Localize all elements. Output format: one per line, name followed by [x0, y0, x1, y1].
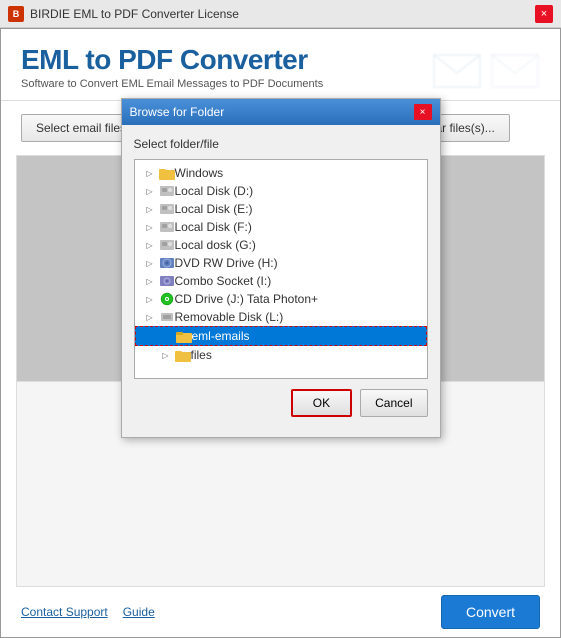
dialog-label: Select folder/file [134, 137, 428, 151]
tree-label-diskG: Local dosk (G:) [175, 238, 256, 252]
cd-icon-J [159, 292, 175, 306]
browse-dialog: Browse for Folder × Select folder/file ▷ [121, 98, 441, 438]
tree-label-emlEmails: eml-emails [192, 329, 250, 343]
guide-link[interactable]: Guide [123, 605, 155, 619]
usb-icon-L [159, 310, 175, 324]
envelope-icon-2 [490, 49, 540, 89]
expand-emlEmails [160, 329, 174, 343]
tree-label-diskF: Local Disk (F:) [175, 220, 252, 234]
tree-label-diskE: Local Disk (E:) [175, 202, 253, 216]
dvd-icon-H [159, 256, 175, 270]
tree-container[interactable]: ▷ Windows ▷ [134, 159, 428, 379]
folder-icon-emlEmails [176, 329, 192, 343]
expand-removableL: ▷ [143, 310, 157, 324]
header-icons [432, 49, 540, 89]
expand-diskG: ▷ [143, 238, 157, 252]
convert-button[interactable]: Convert [441, 595, 540, 629]
ok-button[interactable]: OK [291, 389, 352, 417]
title-bar: B BIRDIE EML to PDF Converter License × [0, 0, 561, 28]
tree-item-diskG[interactable]: ▷ Local dosk (G:) [135, 236, 427, 254]
envelope-icon-1 [432, 49, 482, 89]
title-bar-left: B BIRDIE EML to PDF Converter License [8, 6, 239, 22]
expand-windows: ▷ [143, 166, 157, 180]
tree-item-cdJ[interactable]: ▷ CD Drive (J:) Tata Photon+ [135, 290, 427, 308]
tree-label-cdJ: CD Drive (J:) Tata Photon+ [175, 292, 319, 306]
tree-item-comboI[interactable]: ▷ Combo Socket (I:) [135, 272, 427, 290]
dialog-buttons: OK Cancel [134, 389, 428, 417]
dialog-titlebar: Browse for Folder × [122, 99, 440, 125]
disk-icon-F [159, 220, 175, 234]
dialog-title: Browse for Folder [130, 105, 225, 119]
title-close-button[interactable]: × [535, 5, 553, 23]
tree-item-files[interactable]: ▷ files [135, 346, 427, 364]
expand-comboI: ▷ [143, 274, 157, 288]
main-window: EML to PDF Converter Software to Convert… [0, 28, 561, 638]
combo-icon-I [159, 274, 175, 288]
contact-support-link[interactable]: Contact Support [21, 605, 108, 619]
app-title: EML to PDF Converter [21, 44, 323, 76]
cancel-button[interactable]: Cancel [360, 389, 427, 417]
tree-item-windows[interactable]: ▷ Windows [135, 164, 427, 182]
expand-cdJ: ▷ [143, 292, 157, 306]
expand-diskF: ▷ [143, 220, 157, 234]
content-area: Browse for Folder × Select folder/file ▷ [16, 155, 545, 382]
tree-item-diskE[interactable]: ▷ Local Disk (E:) [135, 200, 427, 218]
folder-icon-windows [159, 166, 175, 180]
expand-dvdH: ▷ [143, 256, 157, 270]
bottom-bar: Contact Support Guide Convert [1, 587, 560, 637]
tree-label-dvdH: DVD RW Drive (H:) [175, 256, 278, 270]
tree-label-diskD: Local Disk (D:) [175, 184, 254, 198]
app-subtitle: Software to Convert EML Email Messages t… [21, 78, 323, 90]
expand-diskE: ▷ [143, 202, 157, 216]
app-icon: B [8, 6, 24, 22]
tree-item-diskD[interactable]: ▷ Local Disk (D:) [135, 182, 427, 200]
disk-icon-D [159, 184, 175, 198]
expand-diskD: ▷ [143, 184, 157, 198]
tree-label-files: files [191, 348, 212, 362]
disk-icon-E [159, 202, 175, 216]
title-text: BIRDIE EML to PDF Converter License [30, 7, 239, 21]
tree-item-dvdH[interactable]: ▷ DVD RW Drive (H:) [135, 254, 427, 272]
header-area: EML to PDF Converter Software to Convert… [1, 29, 560, 101]
folder-icon-files [175, 348, 191, 362]
tree-label-removableL: Removable Disk (L:) [175, 310, 284, 324]
tree-label-windows: Windows [175, 166, 224, 180]
tree-item-removableL[interactable]: ▷ Removable Disk (L:) [135, 308, 427, 326]
modal-overlay: Browse for Folder × Select folder/file ▷ [17, 156, 544, 381]
header-text: EML to PDF Converter Software to Convert… [21, 44, 323, 90]
tree-item-diskF[interactable]: ▷ Local Disk (F:) [135, 218, 427, 236]
disk-icon-G [159, 238, 175, 252]
expand-files: ▷ [159, 348, 173, 362]
footer-links: Contact Support Guide [21, 605, 155, 619]
tree-item-emlEmails[interactable]: eml-emails [135, 326, 427, 346]
dialog-close-button[interactable]: × [414, 104, 432, 120]
tree-label-comboI: Combo Socket (I:) [175, 274, 272, 288]
dialog-body: Select folder/file ▷ Windows [122, 125, 440, 429]
